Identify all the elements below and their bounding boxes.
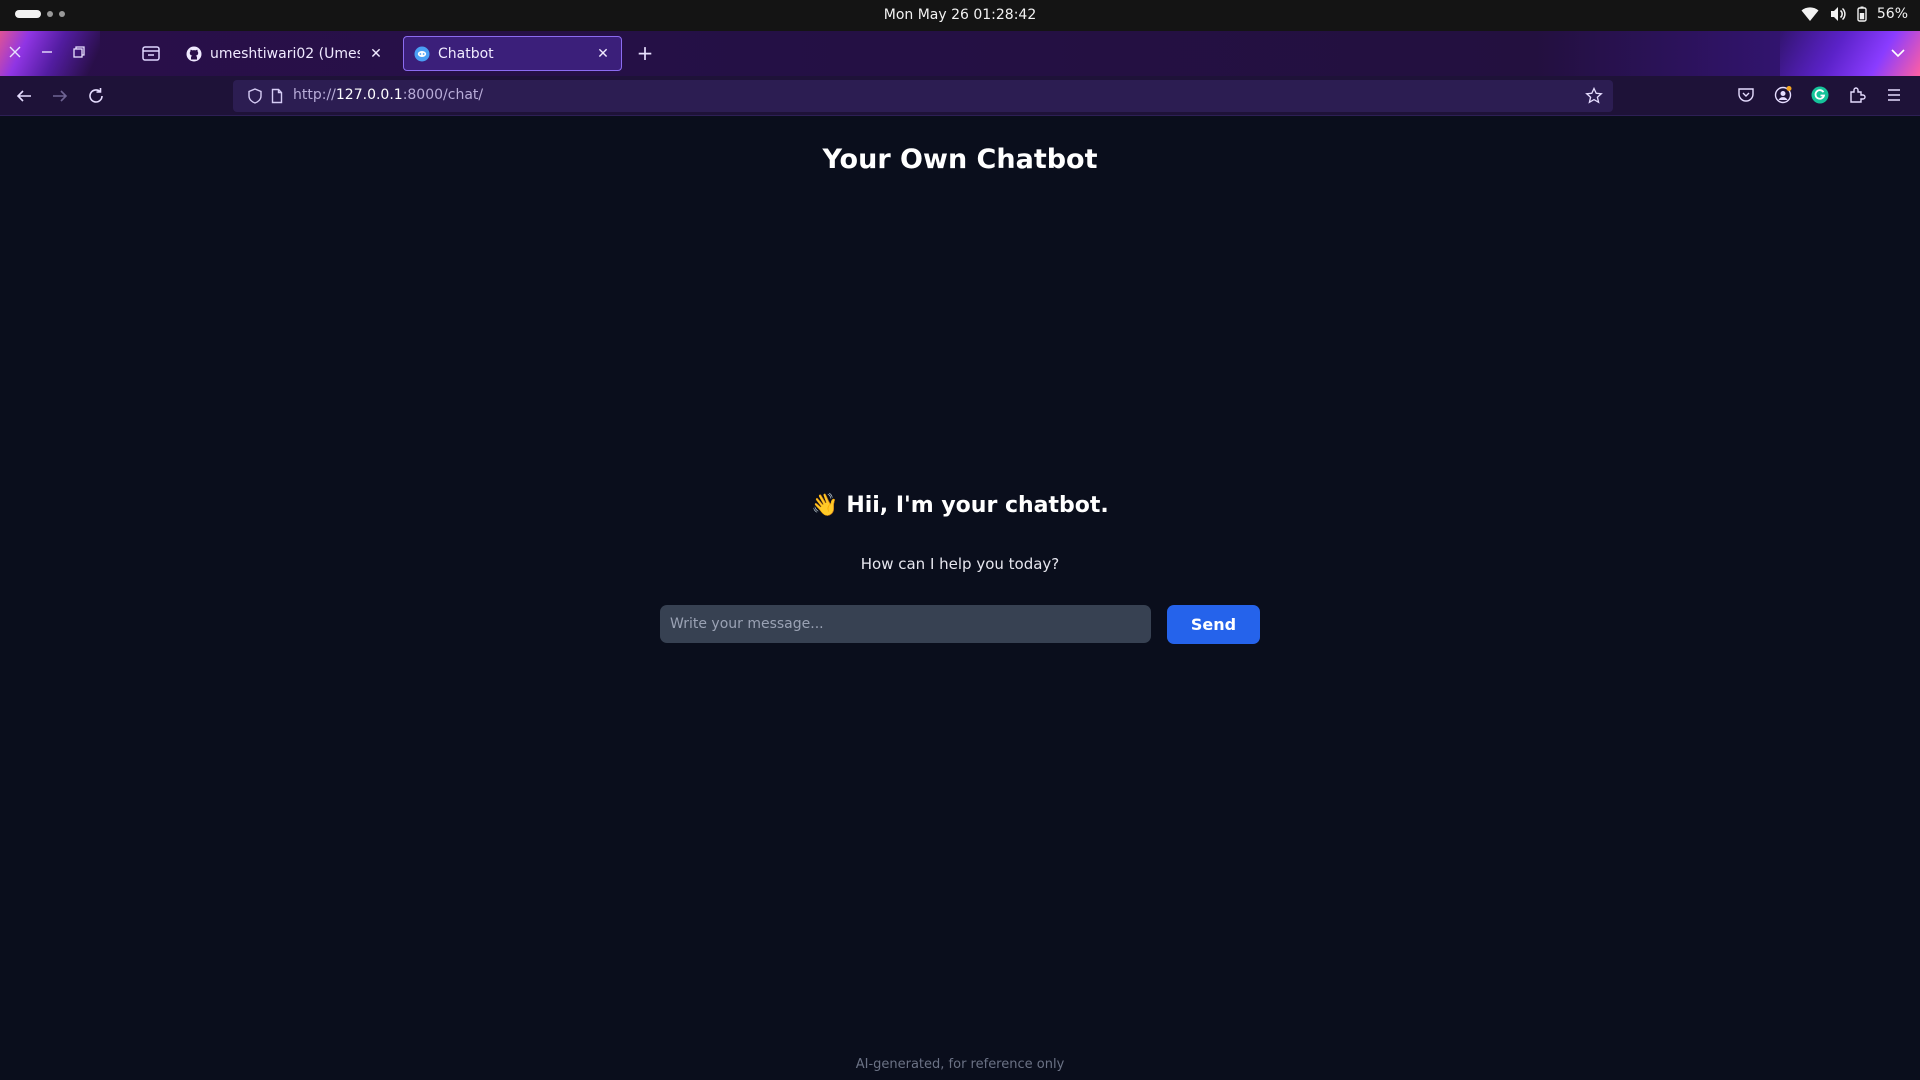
battery-icon[interactable] (1857, 6, 1867, 22)
navigation-toolbar: http://127.0.0.1:8000/chat/ (0, 76, 1920, 116)
reload-icon[interactable] (85, 85, 107, 107)
page-info-icon[interactable] (269, 88, 285, 104)
battery-percent[interactable]: 56% (1877, 6, 1908, 22)
firefox-view-icon[interactable] (140, 42, 162, 64)
address-bar[interactable]: http://127.0.0.1:8000/chat/ (233, 80, 1613, 112)
grammarly-icon[interactable] (1810, 85, 1830, 105)
url-scheme: http:// (293, 87, 336, 103)
volume-icon[interactable] (1829, 6, 1847, 22)
wifi-icon[interactable] (1801, 6, 1819, 22)
greeting-subtitle: How can I help you today? (860, 555, 1060, 573)
back-icon[interactable] (13, 85, 35, 107)
close-window-icon[interactable] (6, 43, 24, 61)
footer-note: AI-generated, for reference only (855, 1057, 1065, 1072)
chatbot-favicon-icon (414, 46, 430, 61)
forward-icon[interactable] (49, 85, 71, 107)
send-button[interactable]: Send (1167, 605, 1260, 644)
url-path: :8000/chat/ (402, 87, 484, 103)
new-tab-icon[interactable]: + (634, 43, 656, 65)
chat-page: Your Own Chatbot 👋 Hii, I'm your chatbot… (0, 117, 1920, 1080)
close-tab-icon[interactable]: ✕ (595, 46, 611, 62)
toolbar-icons (1736, 85, 1904, 105)
greeting: 👋 Hii, I'm your chatbot. (0, 493, 1920, 518)
tab-label: umeshtiwari02 (Umesh Ti (210, 45, 360, 62)
close-tab-icon[interactable]: ✕ (368, 46, 384, 62)
menu-icon[interactable] (1884, 85, 1904, 105)
system-tray[interactable]: 56% (1801, 6, 1908, 22)
restore-window-icon[interactable] (70, 43, 88, 61)
url-text[interactable]: http://127.0.0.1:8000/chat/ (293, 87, 483, 103)
account-icon[interactable] (1773, 85, 1793, 105)
bookmark-star-icon[interactable] (1585, 86, 1603, 105)
tab-chatbot[interactable]: Chatbot ✕ (403, 36, 622, 71)
wave-icon: 👋 (811, 493, 839, 518)
url-host: 127.0.0.1 (335, 87, 403, 103)
extensions-icon[interactable] (1847, 85, 1867, 105)
tab-github[interactable]: umeshtiwari02 (Umesh Ti ✕ (176, 36, 394, 71)
tab-strip: umeshtiwari02 (Umesh Ti ✕ Chatbot ✕ + (0, 31, 1920, 76)
message-input[interactable] (660, 605, 1151, 643)
github-icon (186, 46, 202, 61)
shield-icon[interactable] (247, 88, 263, 104)
pocket-icon[interactable] (1736, 85, 1756, 105)
list-all-tabs-icon[interactable] (1888, 43, 1908, 63)
page-title: Your Own Chatbot (822, 144, 1098, 175)
clock-text[interactable]: Mon May 26 01:28:42 (884, 7, 1037, 23)
window-controls (6, 43, 88, 61)
tab-label: Chatbot (438, 45, 494, 62)
minimize-window-icon[interactable] (38, 43, 56, 61)
system-top-bar: Mon May 26 01:28:42 56% (0, 0, 1920, 31)
greeting-text: Hii, I'm your chatbot. (846, 493, 1109, 518)
clock: Mon May 26 01:28:42 (0, 7, 1920, 23)
